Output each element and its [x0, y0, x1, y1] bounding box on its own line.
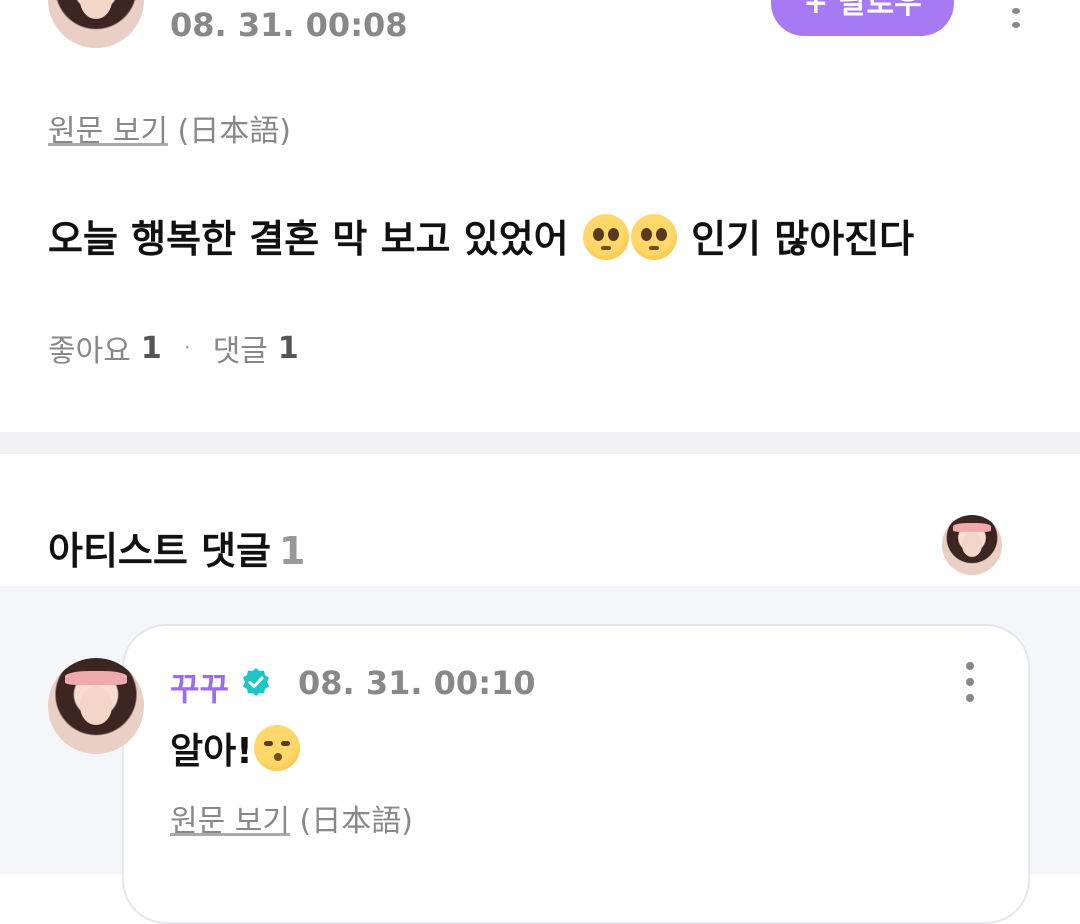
original-language-label: (日本語) — [177, 114, 291, 149]
comments-count: 1 — [277, 330, 299, 366]
original-language-label: (日本語) — [299, 804, 413, 839]
post-author-avatar[interactable] — [48, 0, 144, 48]
comment-text-content: 알아! — [170, 731, 253, 772]
section-divider — [0, 432, 1080, 454]
post-body: 오늘 행복한 결혼 막 보고 있었어 인기 많아진다 — [48, 208, 914, 263]
more-vertical-icon[interactable] — [960, 662, 980, 702]
post-body-text-2: 인기 많아진다 — [677, 217, 915, 261]
likes-label[interactable]: 좋아요 — [48, 326, 131, 370]
pleading-face-emoji — [582, 214, 629, 260]
comments-label[interactable]: 댓글 — [213, 326, 268, 370]
kissing-face-emoji — [253, 725, 300, 771]
artist-comments-heading: 아티스트 댓글 1 — [48, 520, 305, 575]
follow-button[interactable]: + 팔로우 — [771, 0, 954, 36]
likes-count: 1 — [140, 330, 162, 366]
artist-avatar[interactable] — [942, 515, 1002, 575]
comment-date: 08. 31. 00:10 — [298, 664, 536, 702]
post-stats: 좋아요 1 · 댓글 1 — [48, 326, 299, 370]
artist-comments-count: 1 — [279, 529, 306, 573]
view-original-link[interactable]: 원문 보기 — [48, 114, 168, 149]
separator-dot: · — [183, 335, 191, 361]
post-translate: 원문 보기 (日本語) — [48, 106, 291, 150]
verified-badge-icon — [243, 668, 269, 696]
view-original-link[interactable]: 원문 보기 — [170, 804, 290, 839]
more-vertical-icon[interactable] — [1004, 0, 1028, 28]
comment-text: 알아! — [170, 722, 301, 774]
comment-author-name[interactable]: 꾸꾸 — [170, 664, 229, 710]
post-body-text-1: 오늘 행복한 결혼 막 보고 있었어 — [48, 217, 582, 261]
post-date: 08. 31. 00:08 — [170, 6, 408, 44]
artist-comments-title: 아티스트 댓글 — [48, 529, 271, 573]
pleading-face-emoji — [630, 214, 677, 260]
comment-translate: 원문 보기 (日本語) — [170, 796, 413, 840]
comment-author-avatar[interactable] — [48, 658, 144, 754]
